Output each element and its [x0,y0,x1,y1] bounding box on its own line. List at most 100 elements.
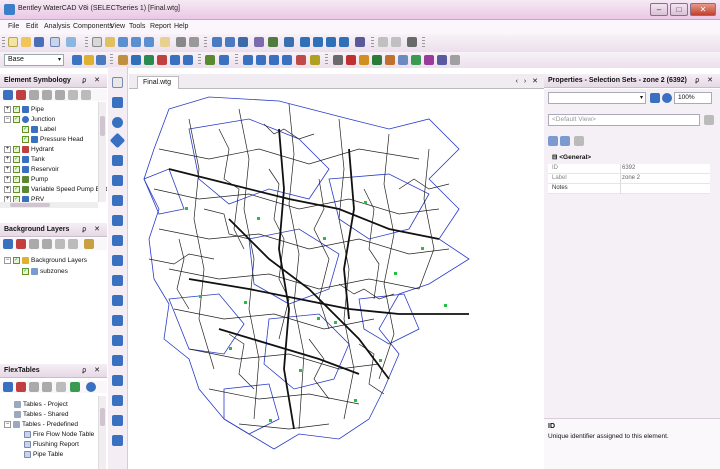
maximize-button[interactable]: □ [670,3,688,16]
toolbar-grip[interactable] [198,54,201,66]
zoom-in-icon[interactable] [118,37,128,47]
group-general[interactable]: ⊟ <General> [548,152,710,163]
menu-help[interactable]: Help [174,23,188,30]
scenario-folder-icon[interactable] [84,55,94,65]
view-combo[interactable]: <Default View> [548,114,700,126]
expander-icon[interactable]: + [4,145,11,153]
categorized-icon[interactable] [548,136,558,146]
tree-item-reservoir[interactable]: + ✓ Reservoir [4,165,59,174]
vertical-scrollbar[interactable] [98,102,106,202]
toolbar-grip[interactable] [2,37,5,49]
checkbox[interactable]: ✓ [13,175,20,183]
fcv-tool-icon[interactable] [112,295,123,306]
tree-item-tables-project[interactable]: Tables - Project [14,400,68,409]
edit-view-icon[interactable] [704,115,714,125]
modelbuilder-icon[interactable] [437,55,447,65]
pump-tool-icon[interactable] [112,195,123,206]
dropdown-icon[interactable] [189,37,199,47]
checkbox[interactable]: ✓ [13,256,20,264]
pbv-tool-icon[interactable] [112,275,123,286]
results-icon[interactable] [268,37,278,47]
rename-icon[interactable] [42,239,52,249]
menu-analysis[interactable]: Analysis [44,23,70,30]
tree-item-label[interactable]: ✓ Label [22,125,56,134]
profile-icon[interactable] [313,37,323,47]
scenarios-icon[interactable] [212,37,222,47]
checkbox[interactable]: ✓ [22,125,29,133]
junction-icon[interactable] [131,55,141,65]
expander-icon[interactable]: + [4,105,11,113]
expander-icon[interactable]: + [4,165,11,173]
tree-item-tables-predefined[interactable]: − Tables - Predefined [4,420,78,429]
patterns-icon[interactable] [282,55,292,65]
tree-item-fire-flow-node-table[interactable]: Fire Flow Node Table [24,430,94,439]
move-up-icon[interactable] [68,90,78,100]
vertical-scrollbar[interactable] [98,396,106,469]
help-icon[interactable] [662,93,672,103]
toolbar-grip[interactable] [422,37,425,49]
alphabetical-icon[interactable] [560,136,570,146]
checkbox[interactable]: ✓ [13,105,20,113]
psv-tool-icon[interactable] [112,255,123,266]
gpv-tool-icon[interactable] [112,335,123,346]
toolbar-grip[interactable] [325,54,328,66]
alternatives-icon[interactable] [225,37,235,47]
zoom-window-icon[interactable] [144,37,154,47]
prop-row-label[interactable]: Label zone 2 [548,174,710,184]
panel-pin-close[interactable]: ϼ ✕ [695,76,716,84]
compute-icon[interactable] [254,37,264,47]
copy-icon[interactable] [56,382,66,392]
tree-item-tables-shared[interactable]: Tables - Shared [14,410,69,419]
element-symbology-icon[interactable] [339,37,349,47]
find-icon[interactable] [407,37,417,47]
selection-set-icon[interactable] [256,55,266,65]
pump-icon[interactable] [183,55,193,65]
tree-item-pipe-table[interactable]: Pipe Table [24,450,63,459]
menu-tools[interactable]: Tools [129,23,145,30]
expander-icon[interactable]: + [4,185,11,193]
expander-icon[interactable]: + [4,155,11,163]
calculation-options-icon[interactable] [238,37,248,47]
horizontal-scrollbar[interactable] [0,202,98,208]
properties-icon[interactable] [355,37,365,47]
undo-icon[interactable] [378,37,388,47]
redo-icon[interactable] [391,37,401,47]
tree-item-subzones[interactable]: ✓ subzones [22,267,68,276]
isolation-valve-tool-icon[interactable] [112,355,123,366]
new-table-icon[interactable] [3,382,13,392]
edit-icon[interactable] [29,239,39,249]
tab-navigation[interactable]: ‹ › ✕ [516,77,540,85]
compute-scenario-icon[interactable] [96,55,106,65]
trex-icon[interactable] [411,55,421,65]
select-icon[interactable] [92,37,102,47]
delete-icon[interactable] [16,90,26,100]
tree-item-pump[interactable]: + ✓ Pump [4,175,48,184]
panel-pin-close[interactable]: ϼ ✕ [82,225,103,233]
network-navigator-icon[interactable] [333,55,343,65]
edit-icon[interactable] [29,382,39,392]
new-item-icon[interactable] [3,90,13,100]
table-icon[interactable] [42,382,52,392]
turbine-tool-icon[interactable] [112,395,123,406]
tab-final-wtg[interactable]: Final.wtg [137,76,179,89]
checkbox[interactable]: ✓ [13,155,20,163]
expander-icon[interactable]: − [4,256,11,264]
toolbar-grip[interactable] [85,37,88,49]
tcv-tool-icon[interactable] [112,315,123,326]
new-item-icon[interactable] [3,239,13,249]
label-icon[interactable] [55,90,65,100]
check-valve-tool-icon[interactable] [112,415,123,426]
filter-icon[interactable] [84,239,94,249]
orifice-tool-icon[interactable] [112,435,123,446]
network-map[interactable] [129,89,544,469]
select-arrow-icon[interactable] [112,77,123,88]
tree-item-tank[interactable]: + ✓ Tank [4,155,45,164]
panel-pin-close[interactable]: ϼ ✕ [82,366,103,374]
menu-edit[interactable]: Edit [26,23,38,30]
move-down-icon[interactable] [68,239,78,249]
toolbar-grip[interactable] [371,37,374,49]
tree-item-pressure-head[interactable]: ✓ Pressure Head [22,135,83,144]
selection-combo[interactable]: ▾ [548,92,646,104]
panel-pin-close[interactable]: ϼ ✕ [82,76,103,84]
expander-icon[interactable]: + [4,175,11,183]
